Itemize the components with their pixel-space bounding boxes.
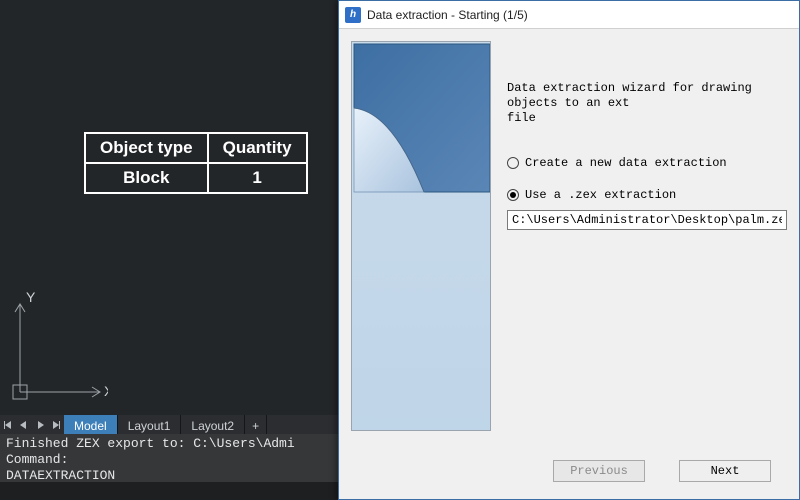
data-extraction-dialog: h Data extraction - Starting (1/5): [338, 0, 800, 500]
tab-label: Model: [74, 419, 107, 433]
radio-use-existing[interactable]: Use a .zex extraction: [507, 188, 787, 202]
button-label: Next: [711, 464, 740, 478]
plus-icon: +: [252, 419, 259, 433]
radio-icon: [507, 189, 519, 201]
tab-arrow-next-icon[interactable]: [32, 415, 48, 434]
dialog-button-row: Previous Next: [339, 449, 799, 499]
table-row: Object type Quantity: [85, 133, 307, 163]
radio-label: Create a new data extraction: [525, 156, 727, 170]
table-header-cell: Quantity: [208, 133, 307, 163]
ucs-x-label: X: [104, 383, 108, 399]
table-header-cell: Object type: [85, 133, 208, 163]
tab-layout1[interactable]: Layout1: [118, 415, 182, 434]
previous-button: Previous: [553, 460, 645, 482]
tab-label: Layout1: [128, 419, 171, 433]
dialog-title: Data extraction - Starting (1/5): [367, 8, 528, 22]
ucs-y-label: Y: [26, 289, 36, 305]
radio-icon: [507, 157, 519, 169]
table-cell: 1: [208, 163, 307, 193]
tab-arrow-first-icon[interactable]: [0, 415, 16, 434]
ucs-icon: X Y: [8, 288, 108, 408]
next-button[interactable]: Next: [679, 460, 771, 482]
app-icon: h: [345, 7, 361, 23]
dialog-titlebar[interactable]: h Data extraction - Starting (1/5): [339, 1, 799, 29]
radio-label: Use a .zex extraction: [525, 188, 676, 202]
radio-create-new[interactable]: Create a new data extraction: [507, 156, 787, 170]
tab-arrow-last-icon[interactable]: [48, 415, 64, 434]
drawn-table: Object type Quantity Block 1: [84, 132, 308, 194]
table-cell: Block: [85, 163, 208, 193]
tab-layout2[interactable]: Layout2: [181, 415, 245, 434]
wizard-graphic: [351, 41, 491, 431]
button-label: Previous: [570, 464, 628, 478]
tab-add[interactable]: +: [245, 415, 267, 434]
tab-arrow-prev-icon[interactable]: [16, 415, 32, 434]
table-row: Block 1: [85, 163, 307, 193]
wizard-intro-text: Data extraction wizard for drawing objec…: [507, 81, 787, 126]
extraction-path-input[interactable]: [507, 210, 787, 230]
tab-label: Layout2: [191, 419, 234, 433]
tab-model[interactable]: Model: [64, 415, 118, 434]
